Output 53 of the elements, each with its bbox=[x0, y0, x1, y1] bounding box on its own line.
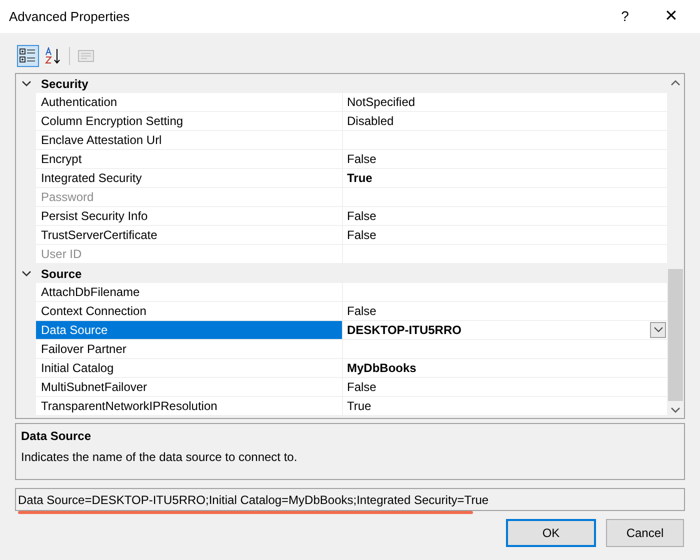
property-value: MyDbBooks bbox=[347, 360, 418, 377]
value-cell[interactable]: Disabled bbox=[343, 112, 667, 131]
value-cell[interactable]: DESKTOP-ITU5RRO bbox=[343, 321, 667, 340]
property-name[interactable]: AttachDbFilename bbox=[36, 283, 343, 302]
value-cell[interactable]: False bbox=[343, 378, 667, 397]
property-value: False bbox=[347, 227, 378, 244]
categorized-view-button[interactable] bbox=[17, 44, 39, 66]
property-name[interactable]: Integrated Security bbox=[36, 169, 343, 188]
property-value: False bbox=[347, 208, 378, 225]
value-cell[interactable]: False bbox=[343, 302, 667, 321]
category-header: Source bbox=[41, 266, 82, 282]
property-name[interactable]: Data Source bbox=[36, 321, 343, 340]
property-name[interactable]: Failover Partner bbox=[36, 340, 343, 359]
connection-string-field[interactable]: Data Source=DESKTOP-ITU5RRO;Initial Catalog=MyDbBooks;Integrated Security=True bbox=[15, 488, 685, 511]
property-name[interactable]: TransparentNetworkIPResolution bbox=[36, 397, 343, 416]
property-value: DESKTOP-ITU5RRO bbox=[347, 322, 462, 339]
value-cell[interactable]: True bbox=[343, 169, 667, 188]
category-header: Security bbox=[41, 76, 88, 92]
scroll-thumb[interactable] bbox=[668, 269, 683, 401]
property-name[interactable]: Authentication bbox=[36, 93, 343, 112]
connection-string-text: Data Source=DESKTOP-ITU5RRO;Initial Catalog=MyDbBooks;Integrated Security=True bbox=[18, 492, 489, 508]
property-name[interactable]: Enclave Attestation Url bbox=[36, 131, 343, 150]
close-button[interactable]: ✕ bbox=[648, 0, 694, 33]
value-cell[interactable]: False bbox=[343, 207, 667, 226]
property-value: False bbox=[347, 379, 378, 396]
window-title: Advanced Properties bbox=[9, 8, 131, 26]
value-cell[interactable]: True bbox=[343, 397, 667, 416]
property-value: False bbox=[347, 151, 378, 168]
property-name[interactable]: MultiSubnetFailover bbox=[36, 378, 343, 397]
property-name[interactable]: Encrypt bbox=[36, 150, 343, 169]
property-value: True bbox=[347, 398, 372, 415]
value-cell[interactable] bbox=[343, 340, 667, 359]
property-value: False bbox=[347, 303, 378, 320]
property-name[interactable]: Context Connection bbox=[36, 302, 343, 321]
value-cell[interactable]: MyDbBooks bbox=[343, 359, 667, 378]
dropdown-button[interactable] bbox=[650, 322, 666, 338]
property-value: True bbox=[347, 170, 374, 187]
description-title: Data Source bbox=[21, 428, 92, 445]
value-cell[interactable] bbox=[343, 283, 667, 302]
caret-icon bbox=[654, 327, 662, 333]
property-name[interactable]: TrustServerCertificate bbox=[36, 226, 343, 245]
property-name[interactable]: Persist Security Info bbox=[36, 207, 343, 226]
property-value: Disabled bbox=[347, 113, 395, 130]
help-button[interactable]: ? bbox=[602, 0, 648, 33]
value-cell[interactable]: False bbox=[343, 150, 667, 169]
ok-button[interactable]: OK bbox=[506, 519, 596, 547]
property-name[interactable]: Initial Catalog bbox=[36, 359, 343, 378]
description-text: Indicates the name of the data source to connect to. bbox=[21, 449, 298, 466]
property-name[interactable]: Column Encryption Setting bbox=[36, 112, 343, 131]
property-value: NotSpecified bbox=[347, 94, 416, 111]
value-cell[interactable]: False bbox=[343, 226, 667, 245]
cancel-button[interactable]: Cancel bbox=[606, 519, 684, 547]
value-cell[interactable]: NotSpecified bbox=[343, 93, 667, 112]
